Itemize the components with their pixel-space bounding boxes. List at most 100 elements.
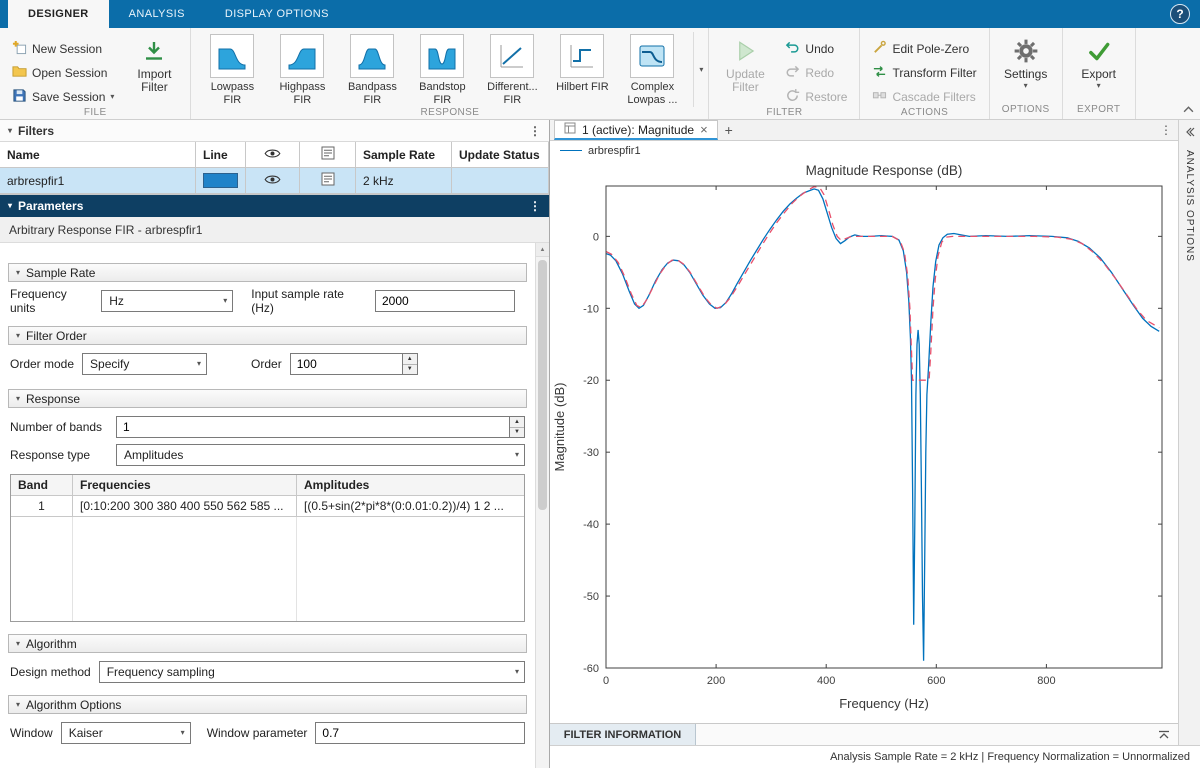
number-of-bands-field[interactable] (116, 416, 509, 438)
order-field[interactable] (290, 353, 402, 375)
filter-information-label: FILTER INFORMATION (564, 729, 682, 741)
section-algorithm[interactable]: ▾ Algorithm (8, 634, 527, 653)
line-color-swatch[interactable] (203, 173, 238, 188)
new-session-button[interactable]: New Session (8, 38, 118, 59)
section-sample-rate[interactable]: ▾ Sample Rate (8, 263, 527, 282)
band-frequencies-cell[interactable]: [0:10:200 300 380 400 550 562 585 ... (73, 496, 297, 517)
ribbon-group-response-label: RESPONSE (191, 107, 708, 119)
update-filter-button[interactable]: Update Filter (717, 32, 773, 94)
window-combo[interactable]: Kaiser ▾ (61, 722, 191, 744)
transform-filter-button[interactable]: Transform Filter (868, 62, 980, 83)
order-mode-combo[interactable]: Specify ▾ (82, 353, 207, 375)
document-tabbar: 1 (active): Magnitude × + ⋮ (550, 120, 1178, 141)
response-type-combo[interactable]: Amplitudes ▾ (116, 444, 525, 466)
parameters-scrollbar[interactable]: ▲ (535, 243, 549, 768)
frequency-units-combo[interactable]: Hz ▾ (101, 290, 233, 312)
svg-text:-40: -40 (583, 519, 599, 531)
bands-table-empty-area (11, 517, 524, 621)
spin-down-icon[interactable]: ▼ (403, 365, 417, 375)
close-icon[interactable]: × (700, 123, 708, 136)
settings-button[interactable]: Settings ▾ (998, 32, 1054, 90)
col-amplitudes: Amplitudes (297, 475, 524, 496)
magnitude-tab[interactable]: 1 (active): Magnitude × (554, 120, 718, 140)
bands-table: Band Frequencies Amplitudes 1 [0:10:200 … (10, 474, 525, 622)
section-algorithm-options[interactable]: ▾ Algorithm Options (8, 695, 527, 714)
import-filter-button[interactable]: Import Filter (126, 32, 182, 94)
bandpass-fir-label: BandpassFIR (348, 81, 397, 107)
scrollbar-thumb[interactable] (538, 260, 547, 510)
tab-analysis[interactable]: ANALYSIS (109, 0, 205, 28)
filters-table-header: Name Line Sample Rate Update Status (0, 142, 549, 168)
filter-name: arbrespfir1 (0, 168, 196, 194)
save-session-button[interactable]: Save Session ▾ (8, 86, 118, 107)
bands-table-row[interactable]: 1 [0:10:200 300 380 400 550 562 585 ... … (11, 496, 524, 517)
section-algorithm-options-title: Algorithm Options (26, 698, 121, 712)
filter-information-tab[interactable]: FILTER INFORMATION (550, 724, 696, 745)
response-highpass-fir-button[interactable]: HighpassFIR (269, 34, 335, 107)
new-document-button[interactable]: + (718, 120, 740, 140)
frequency-units-value: Hz (109, 294, 124, 308)
response-hilbert-fir-button[interactable]: Hilbert FIR (549, 34, 615, 107)
redo-button[interactable]: Redo (781, 62, 851, 83)
expand-filter-information-button[interactable] (1158, 724, 1178, 745)
analysis-area: 1 (active): Magnitude × + ⋮ arbrespfir1 … (550, 120, 1200, 768)
svg-text:Frequency (Hz): Frequency (Hz) (839, 696, 929, 711)
chevron-down-icon: ▾ (197, 360, 201, 368)
document-menu-icon[interactable]: ⋮ (1160, 120, 1172, 140)
response-bandstop-fir-button[interactable]: BandstopFIR (409, 34, 475, 107)
design-method-row: Design method Frequency sampling ▾ (10, 659, 525, 685)
order-label: Order (251, 357, 282, 371)
tab-designer[interactable]: DESIGNER (8, 0, 109, 28)
collapse-toolstrip-button[interactable] (1183, 102, 1194, 116)
differentiator-fir-icon (490, 34, 534, 78)
spin-up-icon[interactable]: ▲ (403, 354, 417, 365)
undo-button[interactable]: Undo (781, 38, 851, 59)
edit-pole-zero-icon (872, 40, 887, 58)
filter-report-button[interactable] (300, 168, 356, 194)
response-lowpass-fir-button[interactable]: LowpassFIR (199, 34, 265, 107)
main-area: ▾ Filters ⋮ Name Line Sample Rate Update… (0, 120, 1200, 768)
response-bandpass-fir-button[interactable]: BandpassFIR (339, 34, 405, 107)
section-response[interactable]: ▾ Response (8, 389, 527, 408)
filters-table-row[interactable]: arbrespfir1 2 kHz (0, 168, 549, 194)
input-sample-rate-field[interactable] (375, 290, 515, 312)
spin-up-icon[interactable]: ▲ (510, 417, 524, 428)
document-icon (564, 122, 576, 137)
tab-display-options[interactable]: DISPLAY OPTIONS (205, 0, 349, 28)
response-complex-lowpass-button[interactable]: ComplexLowpas ... (619, 34, 685, 107)
visibility-column-header (246, 142, 300, 168)
band-amplitudes-cell[interactable]: [(0.5+sin(2*pi*8*(0:0.01:0.2))/4) 1 2 ..… (297, 496, 524, 517)
response-gallery-expand-button[interactable]: ▾ (693, 32, 708, 107)
col-sample-rate: Sample Rate (356, 142, 452, 168)
window-row: Window Kaiser ▾ Window parameter (10, 720, 525, 746)
open-session-button[interactable]: Open Session (8, 62, 118, 83)
scroll-up-icon[interactable]: ▲ (536, 243, 549, 257)
edit-pole-zero-button[interactable]: Edit Pole-Zero (868, 38, 980, 59)
expand-analysis-options-button[interactable] (1185, 126, 1195, 140)
restore-button[interactable]: Restore (781, 86, 851, 107)
svg-text:-10: -10 (583, 303, 599, 315)
response-type-label: Response type (10, 448, 108, 462)
response-differentiator-fir-button[interactable]: Different...FIR (479, 34, 545, 107)
sample-rate-row: Frequency units Hz ▾ Input sample rate (… (10, 288, 525, 314)
parameters-panel-menu-icon[interactable]: ⋮ (529, 199, 541, 213)
design-method-combo[interactable]: Frequency sampling ▾ (99, 661, 525, 683)
window-parameter-field[interactable] (315, 722, 525, 744)
line-color-cell[interactable] (196, 168, 246, 194)
ribbon-group-file: New Session Open Session Save Session ▾ … (0, 28, 191, 119)
collapse-parameters-icon[interactable]: ▾ (8, 202, 12, 210)
svg-text:0: 0 (593, 231, 599, 243)
status-bar-text: Analysis Sample Rate = 2 kHz | Frequency… (830, 751, 1190, 763)
help-button[interactable]: ? (1170, 4, 1190, 24)
spin-down-icon[interactable]: ▼ (510, 428, 524, 438)
cascade-filters-button[interactable]: Cascade Filters (868, 86, 980, 107)
save-session-icon (12, 88, 27, 106)
export-button[interactable]: Export ▾ (1071, 32, 1127, 90)
input-sample-rate-label: Input sample rate (Hz) (251, 287, 367, 315)
collapse-filters-icon[interactable]: ▾ (8, 127, 12, 135)
filters-panel-menu-icon[interactable]: ⋮ (529, 124, 541, 138)
band-number-cell[interactable]: 1 (11, 496, 73, 517)
visibility-toggle[interactable] (246, 168, 300, 194)
response-type-row: Response type Amplitudes ▾ (10, 442, 525, 468)
section-filter-order[interactable]: ▾ Filter Order (8, 326, 527, 345)
